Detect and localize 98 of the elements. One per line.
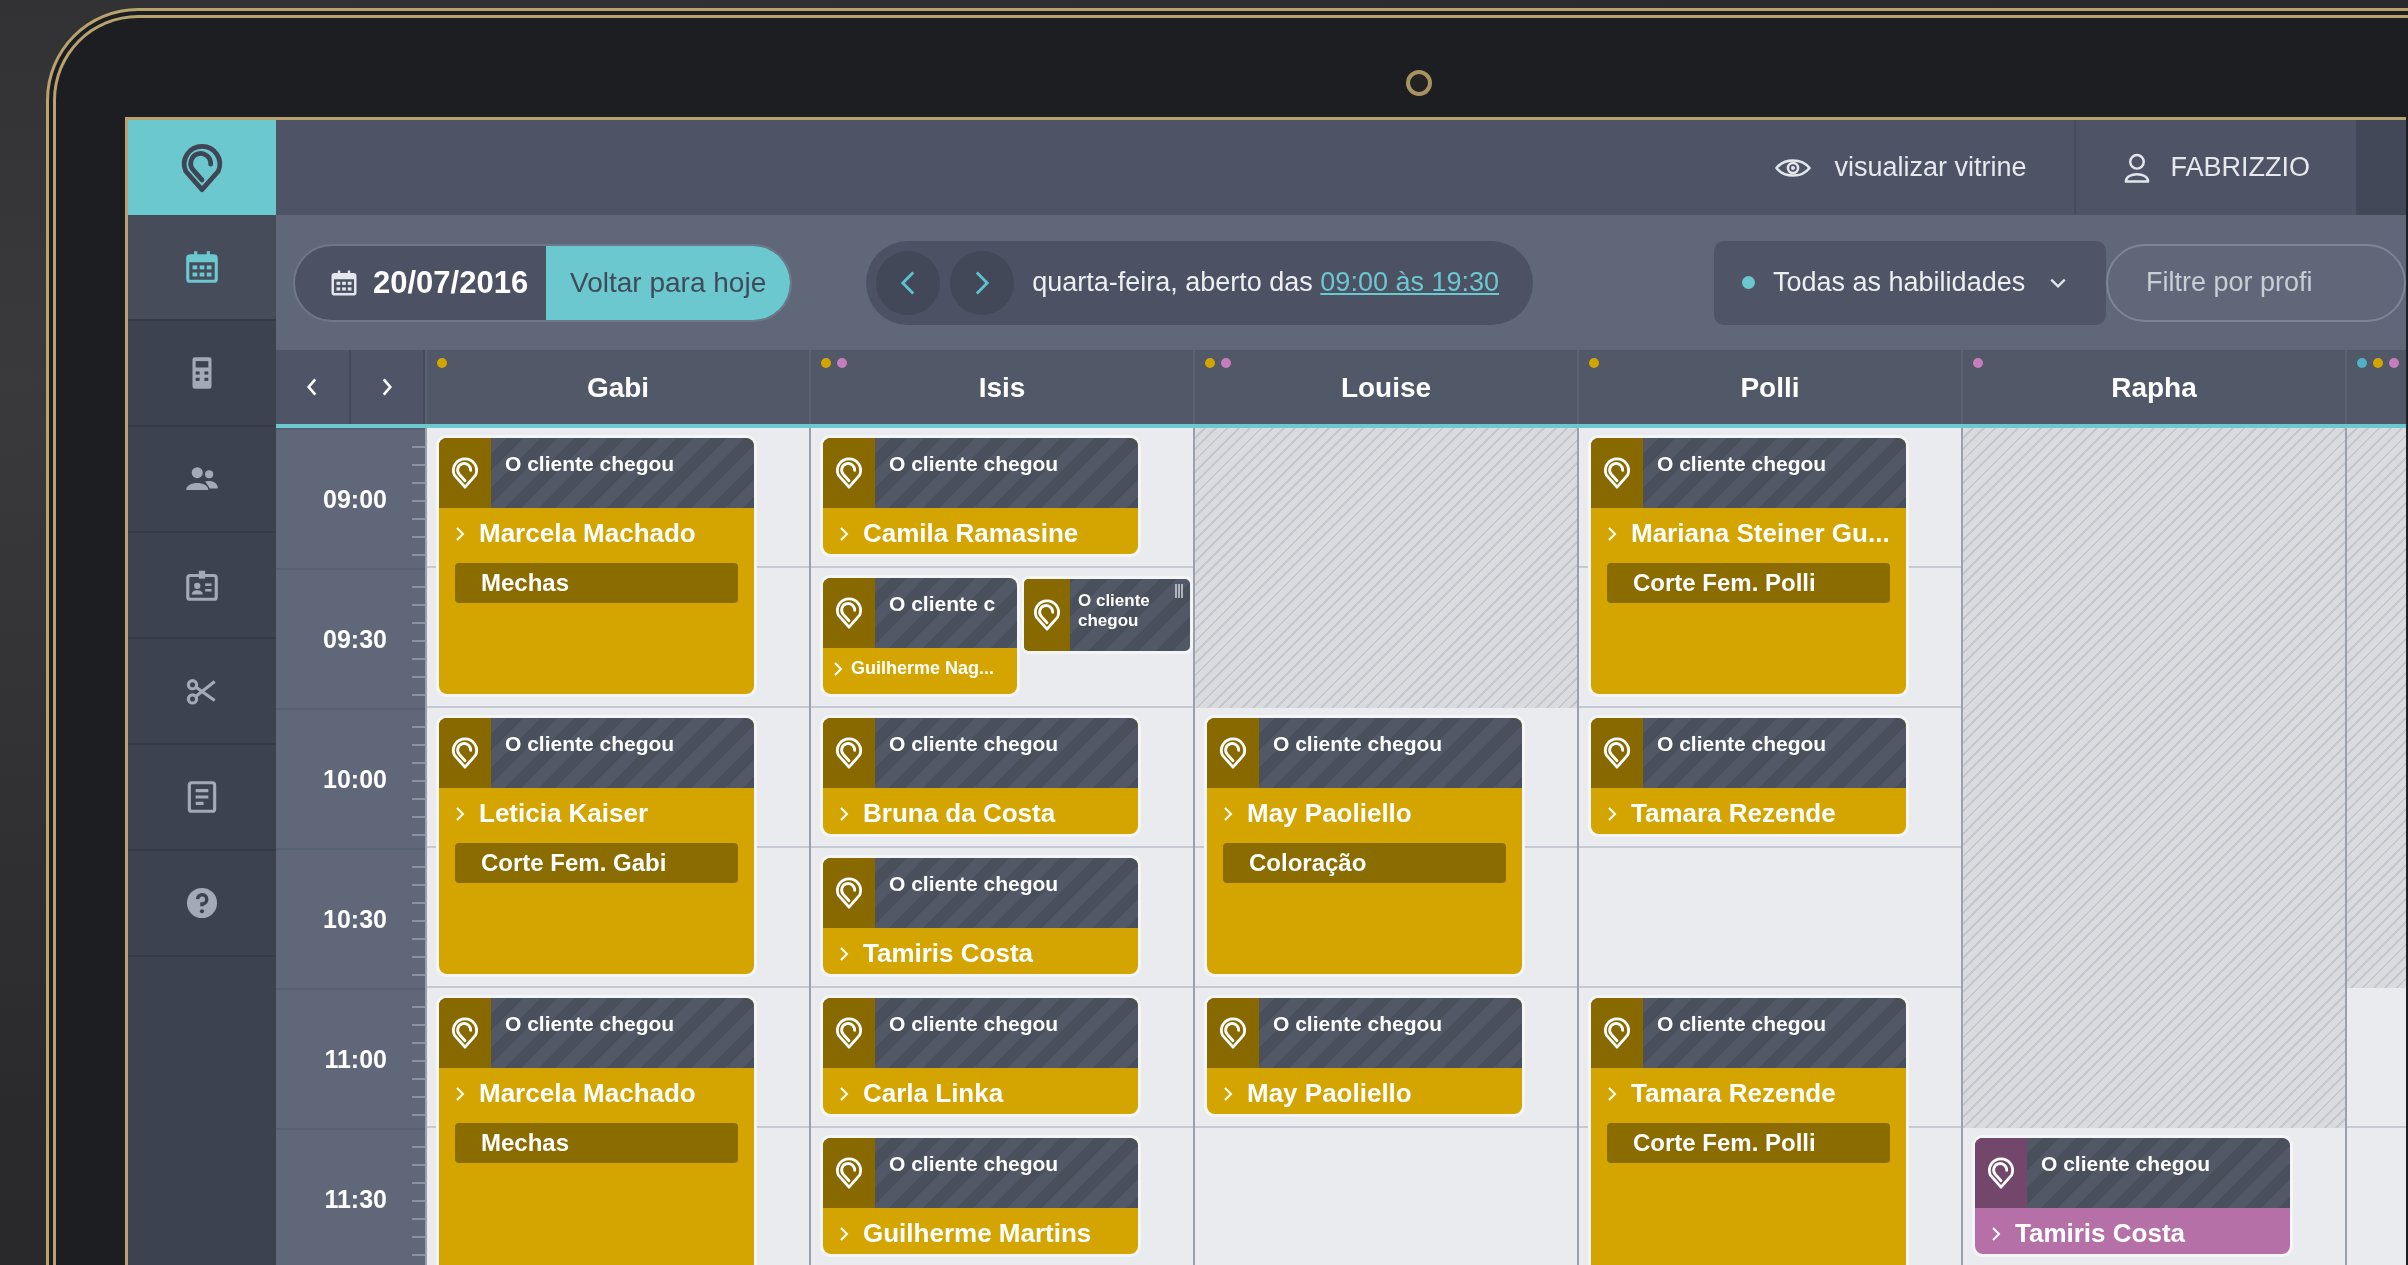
showcase-link-label[interactable]: visualizar vitrine bbox=[1834, 152, 2027, 183]
appointment-card[interactable]: O cliente chegou May Paoliello bbox=[1207, 998, 1522, 1114]
client-name: Tamiris Costa bbox=[863, 938, 1033, 969]
client-name: Tamara Rezende bbox=[1631, 1078, 1836, 1109]
status-label: O cliente c bbox=[888, 591, 996, 617]
caret-icon bbox=[2049, 276, 2068, 289]
chevron-right-icon bbox=[455, 525, 465, 542]
appointment-card[interactable]: O cliente chegou Tamara Rezende Corte Fem. Polli bbox=[1591, 998, 1906, 1265]
chevron-right-icon bbox=[455, 1085, 465, 1102]
client-name: Marcela Machado bbox=[479, 518, 696, 549]
appointment-card[interactable]: O cliente chegou Bruna da Costa bbox=[823, 718, 1138, 834]
client-name: May Paoliello bbox=[1247, 798, 1412, 829]
status-label: O cliente chegou bbox=[1077, 590, 1151, 632]
chevron-right-icon bbox=[974, 269, 991, 296]
appointment-card[interactable]: O cliente c Guilherme Nag... bbox=[823, 578, 1017, 694]
service-tag: Coloração bbox=[1223, 843, 1506, 883]
client-name: Guilherme Martins bbox=[863, 1218, 1092, 1249]
today-button[interactable]: Voltar para hoje bbox=[546, 245, 791, 320]
client-name: Bruna da Costa bbox=[863, 798, 1056, 829]
time-label: 09:00 bbox=[323, 484, 387, 514]
staff-name: Gabi bbox=[586, 372, 650, 404]
chevron-right-icon bbox=[839, 525, 849, 542]
chevron-right-icon bbox=[839, 1225, 849, 1242]
appointment-card[interactable]: O cliente chegou Marcela Machado Mechas bbox=[439, 998, 754, 1265]
chevron-right-icon bbox=[1607, 805, 1617, 822]
professional-filter-field[interactable]: Filtre por profi bbox=[2106, 243, 2406, 322]
client-name: Tamiris Costa bbox=[2015, 1218, 2185, 1249]
user-name[interactable]: FABRIZZIO bbox=[2170, 152, 2310, 183]
client-name: Carla Linka bbox=[863, 1078, 1004, 1109]
staff-name: Isis bbox=[978, 372, 1026, 404]
status-label: O cliente chegou bbox=[1656, 731, 1827, 757]
logo-tile[interactable] bbox=[128, 120, 276, 215]
date-picker[interactable]: 20/07/2016 Voltar para hoje bbox=[293, 243, 793, 322]
appointment-card[interactable]: O cliente chegou Marcela Machado Mechas bbox=[439, 438, 754, 694]
appointment-card[interactable]: O cliente chegou Tamiris Costa bbox=[1975, 1138, 2290, 1254]
status-label: O cliente chegou bbox=[1656, 451, 1827, 477]
client-name: Mariana Steiner Gu... bbox=[1631, 518, 1890, 549]
chevron-right-icon bbox=[833, 660, 843, 677]
status-label: O cliente chegou bbox=[888, 871, 1059, 897]
sidebar-item[interactable] bbox=[128, 215, 276, 321]
status-label: O cliente chegou bbox=[2040, 1151, 2211, 1177]
chevron-right-icon bbox=[1991, 1225, 2001, 1242]
client-name: Leticia Kaiser bbox=[479, 798, 649, 829]
chevron-right-icon bbox=[1607, 525, 1617, 542]
chevron-right-icon bbox=[839, 945, 849, 962]
opening-hours-link[interactable]: 09:00 às 19:30 bbox=[1320, 267, 1499, 297]
chevron-right-icon bbox=[839, 805, 849, 822]
status-label: O cliente chegou bbox=[888, 731, 1059, 757]
client-name: Guilherme Nag... bbox=[851, 658, 995, 679]
status-label: O cliente chegou bbox=[1656, 1011, 1827, 1037]
drag-handle-icon[interactable] bbox=[1174, 583, 1184, 599]
chevron-left-icon bbox=[900, 269, 917, 296]
time-label: 10:30 bbox=[323, 904, 387, 934]
status-label: O cliente chegou bbox=[888, 451, 1059, 477]
chevron-right-icon bbox=[1223, 1085, 1233, 1102]
opening-hours-text: quarta-feira, aberto das 09:00 às 19:30 bbox=[1032, 267, 1499, 298]
client-name: Marcela Machado bbox=[479, 1078, 696, 1109]
time-label: 11:00 bbox=[324, 1044, 387, 1074]
appointment-card[interactable]: O cliente chegou Tamara Rezende bbox=[1591, 718, 1906, 834]
client-name: Camila Ramasine bbox=[863, 518, 1079, 549]
status-label: O cliente chegou bbox=[504, 731, 675, 757]
showcase-link[interactable]: visualizar vitrine bbox=[1774, 120, 2075, 215]
appointment-card[interactable]: O cliente chegou Leticia Kaiser Corte Fem. Gabi bbox=[439, 718, 754, 974]
appointment-card[interactable]: O cliente chegou May Paoliello Coloração bbox=[1207, 718, 1522, 974]
chevron-right-icon bbox=[1223, 805, 1233, 822]
status-dot bbox=[1742, 276, 1755, 289]
appointment-card[interactable]: O cliente chegou Tamiris Costa bbox=[823, 858, 1138, 974]
service-tag: Corte Fem. Polli bbox=[1607, 1123, 1890, 1163]
appointment-card[interactable]: O cliente chegou Mariana Steiner Gu... Corte Fem. Polli bbox=[1591, 438, 1906, 694]
chevron-right-icon bbox=[455, 805, 465, 822]
chevron-right-icon bbox=[1607, 1085, 1617, 1102]
status-label: O cliente chegou bbox=[1272, 1011, 1443, 1037]
staff-name: Louise bbox=[1340, 372, 1432, 404]
time-label: 11:30 bbox=[324, 1184, 387, 1214]
staff-name: Polli bbox=[1740, 372, 1800, 404]
date-value[interactable]: 20/07/2016 bbox=[373, 264, 529, 301]
status-label: O cliente chegou bbox=[888, 1151, 1059, 1177]
appointment-card[interactable]: O cliente chegou bbox=[1021, 576, 1193, 654]
appointment-card[interactable]: O cliente chegou Guilherme Martins bbox=[823, 1138, 1138, 1254]
camera-dot bbox=[1406, 70, 1432, 96]
time-label: 09:30 bbox=[323, 624, 387, 654]
status-label: O cliente chegou bbox=[1272, 731, 1443, 757]
status-label: O cliente chegou bbox=[504, 451, 675, 477]
skills-dropdown[interactable]: Todas as habilidades bbox=[1714, 240, 2106, 325]
service-tag: Mechas bbox=[455, 563, 738, 603]
calendar-icon bbox=[183, 248, 221, 286]
client-name: May Paoliello bbox=[1247, 1078, 1412, 1109]
appointment-card[interactable]: O cliente chegou Carla Linka bbox=[823, 998, 1138, 1114]
time-label: 10:00 bbox=[323, 764, 387, 794]
status-label: O cliente chegou bbox=[504, 1011, 675, 1037]
chevron-right-icon bbox=[839, 1085, 849, 1102]
status-label: O cliente chegou bbox=[888, 1011, 1059, 1037]
client-name: Tamara Rezende bbox=[1631, 798, 1836, 829]
service-tag: Corte Fem. Polli bbox=[1607, 563, 1890, 603]
service-tag: Mechas bbox=[455, 1123, 738, 1163]
staff-name: Rapha bbox=[2111, 372, 2197, 404]
appointment-card[interactable]: O cliente chegou Camila Ramasine bbox=[823, 438, 1138, 554]
service-tag: Corte Fem. Gabi bbox=[455, 843, 738, 883]
